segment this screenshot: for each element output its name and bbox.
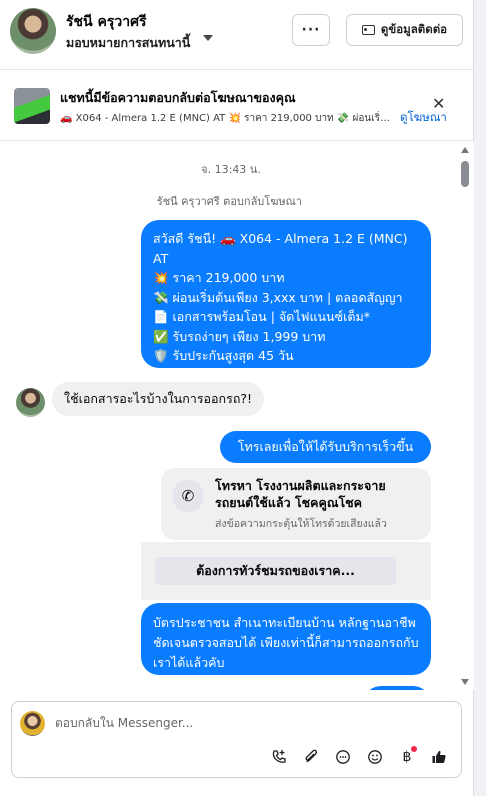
reply-input[interactable] (55, 712, 355, 734)
notification-dot (411, 746, 417, 752)
view-contact-label: ดูข้อมูลติดต่อ (380, 22, 448, 36)
incoming-message-bubble[interactable]: ใช้เอกสารอะไรบ้างในการออกรถ?! (52, 382, 265, 416)
outgoing-message-bubble[interactable]: โทรเลยเพื่อให้ได้รับบริการเร็วขึ้น (220, 431, 431, 463)
baht-glyph: ฿ (402, 749, 412, 765)
more-options-button[interactable]: ··· (292, 14, 330, 46)
ad-message-line: 💸 ผ่อนเริ่มต้นเพียง 3,xxx บาท | ตลอดสัญญ… (153, 289, 403, 305)
composer-toolbar: ฿ (268, 746, 450, 768)
call-request-card[interactable]: ✆ โทรหา โรงงานผลิตและกระจายรถยนต์ใช้แล้ว… (161, 468, 431, 540)
conversation-header: รัชนี ครุวาศรี มอบหมายการสนทนานี้ ··· ดู… (0, 0, 474, 70)
message-thread[interactable]: จ. 13:43 น. รัชนี ครุวาศรี ตอบกลับโฆษณา … (0, 142, 474, 690)
paperclip-icon[interactable] (300, 746, 322, 768)
ad-banner-summary: 🚗 X064 - Almera 1.2 E (MNC) AT 💥 ราคา 21… (60, 113, 395, 124)
ad-message-line: AT (153, 250, 169, 266)
outgoing-message-bubble-partial[interactable] (363, 686, 431, 690)
chevron-down-icon[interactable] (203, 35, 213, 41)
tour-request-button[interactable]: ต้องการทัวร์ชมรถของเราค... (155, 557, 396, 585)
ad-message-line: สวัสดี รัชนี! 🚗 X064 - Almera 1.2 E (MNC… (153, 231, 408, 246)
thumbs-up-icon[interactable] (428, 746, 450, 768)
scroll-up-arrow-icon[interactable] (461, 147, 469, 153)
outgoing-message-bubble[interactable]: บัตรประชาชน สำเนาทะเบียนบ้าน หลักฐานอาชี… (141, 603, 431, 675)
scroll-down-arrow-icon[interactable] (461, 679, 469, 685)
page-avatar (20, 711, 45, 736)
ad-thumbnail (14, 88, 50, 124)
ad-message-line: 💥 ราคา 219,000 บาท (153, 270, 285, 285)
message-timestamp: จ. 13:43 น. (201, 163, 261, 176)
ad-reply-note: รัชนี ครุวาศรี ตอบกลับโฆษณา (156, 195, 302, 208)
quick-reply-card: ต้องการทัวร์ชมรถของเราค... (141, 542, 431, 600)
close-icon[interactable]: ✕ (432, 94, 445, 113)
contact-avatar[interactable] (10, 8, 56, 54)
ad-message-line: ✅ รับรถง่ายๆ เพียง 1,999 บาท (153, 328, 326, 344)
chat-bubble-icon[interactable] (332, 746, 354, 768)
ad-reply-banner: แชทนี้มีข้อความตอบกลับต่อโฆษณาของคุณ 🚗 X… (0, 71, 474, 141)
ad-message-bubble[interactable]: สวัสดี รัชนี! 🚗 X064 - Almera 1.2 E (MNC… (141, 220, 431, 368)
call-card-title: โทรหา โรงงานผลิตและกระจายรถยนต์ใช้แล้ว โ… (215, 478, 386, 510)
smiley-icon[interactable] (364, 746, 386, 768)
conversation-panel: รัชนี ครุวาศรี มอบหมายการสนทนานี้ ··· ดู… (0, 0, 474, 796)
phone-plus-icon[interactable] (268, 746, 290, 768)
baht-icon[interactable]: ฿ (396, 746, 418, 768)
ad-message-line: 📄 เอกสารพร้อมโอน | จัดไฟแนนซ์เต็ม* (153, 309, 370, 324)
ad-banner-title: แชทนี้มีข้อความตอบกลับต่อโฆษณาของคุณ (60, 90, 296, 105)
sender-avatar[interactable] (16, 388, 45, 417)
view-contact-button[interactable]: ดูข้อมูลติดต่อ (346, 14, 463, 46)
scrollbar-thumb[interactable] (461, 161, 469, 187)
message-composer: ฿ (11, 701, 462, 778)
phone-icon: ✆ (172, 480, 204, 512)
ad-message-line: 🛡️ รับประกันสูงสุด 45 วัน (153, 348, 294, 363)
page-background-edge (474, 0, 486, 796)
assign-conversation-dropdown[interactable]: มอบหมายการสนทนานี้ (66, 33, 190, 53)
contact-name[interactable]: รัชนี ครุวาศรี (66, 11, 146, 33)
contact-card-icon (361, 25, 375, 35)
call-card-subtitle: ส่งข้อความกระตุ้นให้โทรด้วยเสียงแล้ว (215, 518, 387, 530)
